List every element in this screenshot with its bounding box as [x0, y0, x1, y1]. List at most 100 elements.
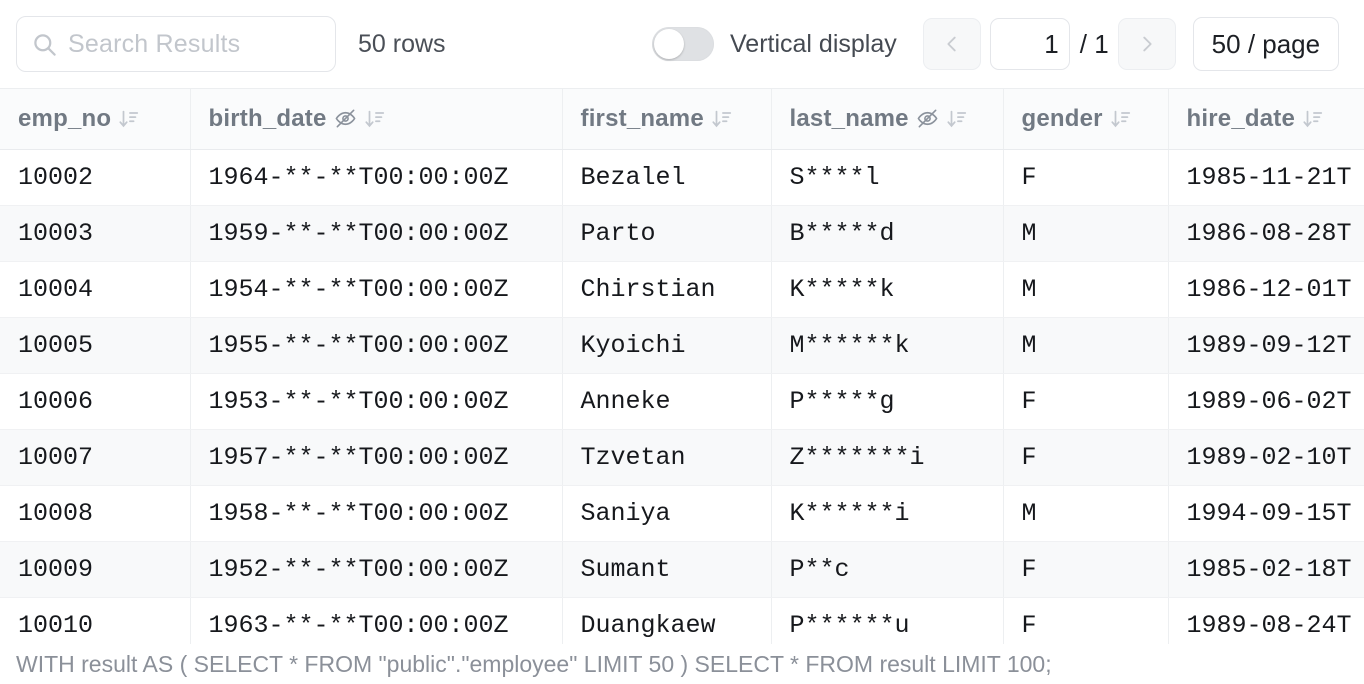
cell-last_name[interactable]: B*****d	[771, 205, 1003, 261]
cell-first_name[interactable]: Anneke	[562, 373, 771, 429]
cell-hire_date[interactable]: 1989-08-24T	[1168, 597, 1364, 644]
column-header-first_name[interactable]: first_name	[562, 89, 771, 149]
cell-last_name[interactable]: P*****g	[771, 373, 1003, 429]
cell-emp_no[interactable]: 10005	[0, 317, 190, 373]
table-row[interactable]: 100091952-**-**T00:00:00ZSumantP**cF1985…	[0, 541, 1364, 597]
cell-gender[interactable]: F	[1003, 373, 1168, 429]
eye-off-icon	[334, 107, 357, 130]
table-row[interactable]: 100041954-**-**T00:00:00ZChirstianK*****…	[0, 261, 1364, 317]
cell-birth_date[interactable]: 1955-**-**T00:00:00Z	[190, 317, 562, 373]
results-table-scroll[interactable]: emp_no	[0, 88, 1364, 644]
cell-hire_date[interactable]: 1985-11-21T	[1168, 149, 1364, 205]
cell-last_name[interactable]: P**c	[771, 541, 1003, 597]
cell-gender[interactable]: M	[1003, 485, 1168, 541]
column-header-birth_date[interactable]: birth_date	[190, 89, 562, 149]
table-row[interactable]: 100031959-**-**T00:00:00ZPartoB*****dM19…	[0, 205, 1364, 261]
cell-emp_no[interactable]: 10002	[0, 149, 190, 205]
sort-descending-icon[interactable]	[1302, 108, 1324, 130]
cell-hire_date[interactable]: 1989-06-02T	[1168, 373, 1364, 429]
cell-emp_no[interactable]: 10003	[0, 205, 190, 261]
table-header: emp_no	[0, 89, 1364, 149]
cell-first_name[interactable]: Bezalel	[562, 149, 771, 205]
cell-hire_date[interactable]: 1986-08-28T	[1168, 205, 1364, 261]
cell-birth_date[interactable]: 1964-**-**T00:00:00Z	[190, 149, 562, 205]
row-count-label: 50 rows	[358, 30, 446, 59]
column-header-emp_no[interactable]: emp_no	[0, 89, 190, 149]
column-header-label: last_name	[790, 105, 909, 133]
cell-gender[interactable]: M	[1003, 205, 1168, 261]
search-placeholder-text: Search Results	[68, 30, 240, 59]
table-row[interactable]: 100081958-**-**T00:00:00ZSaniyaK******iM…	[0, 485, 1364, 541]
column-header-label: first_name	[581, 105, 704, 133]
table-row[interactable]: 100061953-**-**T00:00:00ZAnnekeP*****gF1…	[0, 373, 1364, 429]
cell-last_name[interactable]: K******i	[771, 485, 1003, 541]
sort-descending-icon[interactable]	[118, 108, 140, 130]
next-page-button[interactable]	[1118, 18, 1176, 70]
table-row[interactable]: 100071957-**-**T00:00:00ZTzvetanZ*******…	[0, 429, 1364, 485]
eye-off-icon	[916, 107, 939, 130]
table-header-row: emp_no	[0, 89, 1364, 149]
cell-gender[interactable]: F	[1003, 541, 1168, 597]
sort-descending-icon[interactable]	[364, 108, 386, 130]
column-header-gender[interactable]: gender	[1003, 89, 1168, 149]
cell-birth_date[interactable]: 1958-**-**T00:00:00Z	[190, 485, 562, 541]
sort-descending-icon[interactable]	[711, 108, 733, 130]
cell-first_name[interactable]: Kyoichi	[562, 317, 771, 373]
cell-last_name[interactable]: K*****k	[771, 261, 1003, 317]
cell-birth_date[interactable]: 1963-**-**T00:00:00Z	[190, 597, 562, 644]
table-row[interactable]: 100051955-**-**T00:00:00ZKyoichiM******k…	[0, 317, 1364, 373]
cell-gender[interactable]: F	[1003, 429, 1168, 485]
cell-emp_no[interactable]: 10006	[0, 373, 190, 429]
sql-statement-bar: WITH result AS ( SELECT * FROM "public".…	[0, 644, 1364, 684]
cell-gender[interactable]: M	[1003, 317, 1168, 373]
cell-hire_date[interactable]: 1989-02-10T	[1168, 429, 1364, 485]
column-header-label: gender	[1022, 105, 1103, 133]
cell-last_name[interactable]: P******u	[771, 597, 1003, 644]
cell-gender[interactable]: F	[1003, 597, 1168, 644]
page-total-label: / 1	[1080, 29, 1109, 60]
cell-birth_date[interactable]: 1959-**-**T00:00:00Z	[190, 205, 562, 261]
cell-gender[interactable]: M	[1003, 261, 1168, 317]
cell-emp_no[interactable]: 10008	[0, 485, 190, 541]
cell-first_name[interactable]: Chirstian	[562, 261, 771, 317]
column-header-last_name[interactable]: last_name	[771, 89, 1003, 149]
column-header-label: emp_no	[18, 105, 111, 133]
cell-birth_date[interactable]: 1952-**-**T00:00:00Z	[190, 541, 562, 597]
cell-last_name[interactable]: Z*******i	[771, 429, 1003, 485]
sql-statement-text: WITH result AS ( SELECT * FROM "public".…	[16, 651, 1052, 678]
sort-descending-icon[interactable]	[946, 108, 968, 130]
cell-emp_no[interactable]: 10010	[0, 597, 190, 644]
sort-descending-icon[interactable]	[1110, 108, 1132, 130]
cell-emp_no[interactable]: 10009	[0, 541, 190, 597]
table-row[interactable]: 100021964-**-**T00:00:00ZBezalelS****lF1…	[0, 149, 1364, 205]
results-table: emp_no	[0, 89, 1364, 644]
cell-birth_date[interactable]: 1954-**-**T00:00:00Z	[190, 261, 562, 317]
cell-birth_date[interactable]: 1957-**-**T00:00:00Z	[190, 429, 562, 485]
cell-first_name[interactable]: Parto	[562, 205, 771, 261]
cell-birth_date[interactable]: 1953-**-**T00:00:00Z	[190, 373, 562, 429]
search-input[interactable]: Search Results	[16, 16, 336, 72]
column-header-hire_date[interactable]: hire_date	[1168, 89, 1364, 149]
cell-hire_date[interactable]: 1994-09-15T	[1168, 485, 1364, 541]
cell-first_name[interactable]: Sumant	[562, 541, 771, 597]
cell-emp_no[interactable]: 10007	[0, 429, 190, 485]
table-body: 100021964-**-**T00:00:00ZBezalelS****lF1…	[0, 149, 1364, 644]
result-grid-panel: Search Results 50 rows Vertical display …	[0, 0, 1364, 684]
cell-gender[interactable]: F	[1003, 149, 1168, 205]
vertical-display-label: Vertical display	[730, 30, 897, 59]
vertical-display-toggle[interactable]	[652, 27, 714, 61]
cell-last_name[interactable]: S****l	[771, 149, 1003, 205]
cell-hire_date[interactable]: 1986-12-01T	[1168, 261, 1364, 317]
cell-hire_date[interactable]: 1989-09-12T	[1168, 317, 1364, 373]
cell-emp_no[interactable]: 10004	[0, 261, 190, 317]
cell-last_name[interactable]: M******k	[771, 317, 1003, 373]
cell-hire_date[interactable]: 1985-02-18T	[1168, 541, 1364, 597]
page-size-select[interactable]: 50 / page	[1193, 17, 1339, 71]
cell-first_name[interactable]: Saniya	[562, 485, 771, 541]
cell-first_name[interactable]: Tzvetan	[562, 429, 771, 485]
toggle-knob	[654, 29, 684, 59]
table-row[interactable]: 100101963-**-**T00:00:00ZDuangkaewP*****…	[0, 597, 1364, 644]
prev-page-button[interactable]	[923, 18, 981, 70]
cell-first_name[interactable]: Duangkaew	[562, 597, 771, 644]
page-number-input[interactable]: 1	[990, 18, 1070, 70]
